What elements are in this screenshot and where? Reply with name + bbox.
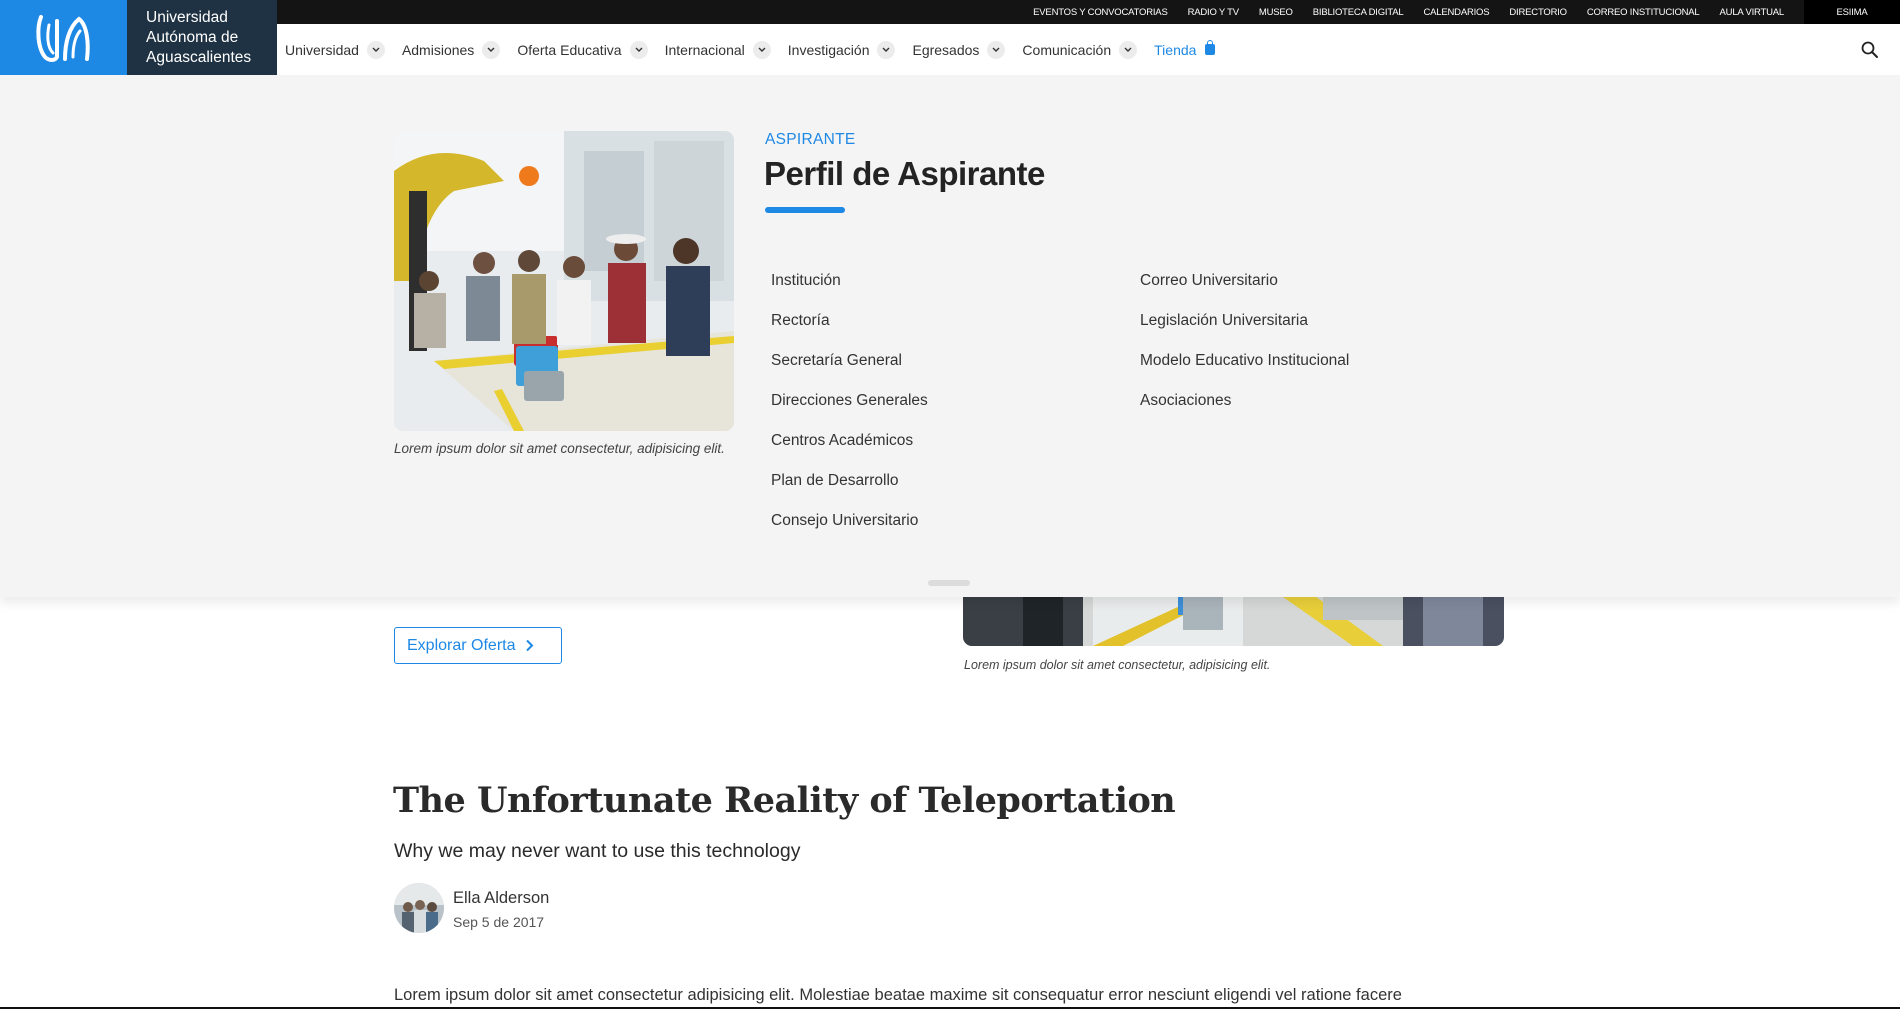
explore-offer-button[interactable]: Explorar Oferta [394,627,562,664]
chevron-right-icon [525,639,534,652]
university-name[interactable]: Universidad Autónoma de Aguascalientes [127,0,277,75]
nav-item-label: Universidad [285,41,359,58]
chevron-down-icon[interactable] [482,40,501,59]
nav-item-label: Investigación [787,41,870,58]
mega-menu-caption: Lorem ipsum dolor sit amet consectetur, … [394,441,725,456]
nav-item-comunicacion[interactable]: Comunicación [1022,40,1138,59]
university-name-line2: Autónoma de [146,29,239,46]
utility-bar: EVENTOS Y CONVOCATORIAS RADIO Y TV MUSEO… [0,0,1900,24]
content-photo-caption: Lorem ipsum dolor sit amet consectetur, … [964,658,1271,672]
nav-item-admisiones[interactable]: Admisiones [401,40,501,59]
nav-item-label: Oferta Educativa [517,41,622,58]
university-name-line1: Universidad [146,9,228,26]
mega-menu-drag-handle[interactable] [928,580,970,586]
nav-item-label: Egresados [912,41,980,58]
article-body: Lorem ipsum dolor sit amet consectetur a… [394,986,1402,1004]
mega-menu-photo [394,131,734,431]
menu-link-centros-academicos[interactable]: Centros Académicos [771,421,928,461]
chevron-down-icon[interactable] [366,40,385,59]
mega-menu-panel: Lorem ipsum dolor sit amet consectetur, … [0,75,1900,597]
menu-link-secretaria-general[interactable]: Secretaría General [771,341,928,381]
chevron-down-icon[interactable] [1119,40,1138,59]
university-logo[interactable] [0,0,127,75]
utility-link-eventos[interactable]: EVENTOS Y CONVOCATORIAS [1033,7,1168,18]
shopping-bag-icon [1205,40,1216,55]
menu-link-asociaciones[interactable]: Asociaciones [1140,381,1349,421]
mega-menu-column-2: Correo Universitario Legislación Univers… [1140,261,1349,421]
avatar[interactable] [394,883,444,933]
utility-link-biblioteca[interactable]: BIBLIOTECA DIGITAL [1313,7,1404,18]
search-button[interactable] [1860,40,1880,60]
author-name[interactable]: Ella Alderson [453,889,549,908]
mega-menu-title: Perfil de Aspirante [764,155,1045,192]
utility-link-directorio[interactable]: DIRECTORIO [1509,7,1567,18]
nav-item-label: Internacional [664,41,745,58]
menu-link-correo-universitario[interactable]: Correo Universitario [1140,261,1349,301]
menu-link-modelo-educativo[interactable]: Modelo Educativo Institucional [1140,341,1349,381]
menu-link-rectoria[interactable]: Rectoría [771,301,928,341]
nav-item-oferta-educativa[interactable]: Oferta Educativa [517,40,648,59]
nav-item-universidad[interactable]: Universidad [285,40,385,59]
chevron-down-icon[interactable] [752,40,771,59]
menu-link-legislacion-universitaria[interactable]: Legislación Universitaria [1140,301,1349,341]
menu-link-direcciones-generales[interactable]: Direcciones Generales [771,381,928,421]
mega-menu-column-1: Institución Rectoría Secretaría General … [771,261,928,541]
university-name-line3: Aguascalientes [146,49,252,66]
nav-item-tienda[interactable]: Tienda [1154,40,1216,58]
menu-link-institucion[interactable]: Institución [771,261,928,301]
nav-item-label: Tienda [1154,41,1197,58]
main-nav: Universidad Admisiones Oferta Educativa … [277,24,1900,75]
nav-item-investigacion[interactable]: Investigación [787,40,896,59]
chevron-down-icon[interactable] [877,40,896,59]
article-date: Sep 5 de 2017 [453,914,545,930]
article-subtitle: Why we may never want to use this techno… [394,840,801,862]
utility-link-radio-tv[interactable]: RADIO Y TV [1188,7,1240,18]
chevron-down-icon[interactable] [629,40,648,59]
article-title: The Unfortunate Reality of Teleportation [393,780,1176,821]
utility-link-museo[interactable]: MUSEO [1259,7,1293,18]
title-accent-bar [765,207,845,213]
utility-link-calendarios[interactable]: CALENDARIOS [1423,7,1489,18]
utility-link-aula-virtual[interactable]: AULA VIRTUAL [1720,7,1785,18]
utility-link-correo[interactable]: CORREO INSTITUCIONAL [1587,7,1700,18]
ua-logo-icon [35,14,90,62]
search-icon [1861,41,1878,58]
chevron-down-icon[interactable] [987,40,1006,59]
nav-item-label: Admisiones [401,41,475,58]
utility-links: EVENTOS Y CONVOCATORIAS RADIO Y TV MUSEO… [1013,0,1900,24]
nav-item-label: Comunicación [1022,41,1112,58]
utility-link-esima[interactable]: ESIIMA [1804,0,1900,24]
nav-item-internacional[interactable]: Internacional [664,40,771,59]
brand[interactable]: Universidad Autónoma de Aguascalientes [0,0,277,75]
nav-item-egresados[interactable]: Egresados [912,40,1006,59]
menu-link-plan-de-desarrollo[interactable]: Plan de Desarrollo [771,461,928,501]
explore-offer-label: Explorar Oferta [407,636,516,654]
menu-link-consejo-universitario[interactable]: Consejo Universitario [771,501,928,541]
mega-menu-kicker: ASPIRANTE [765,131,856,148]
